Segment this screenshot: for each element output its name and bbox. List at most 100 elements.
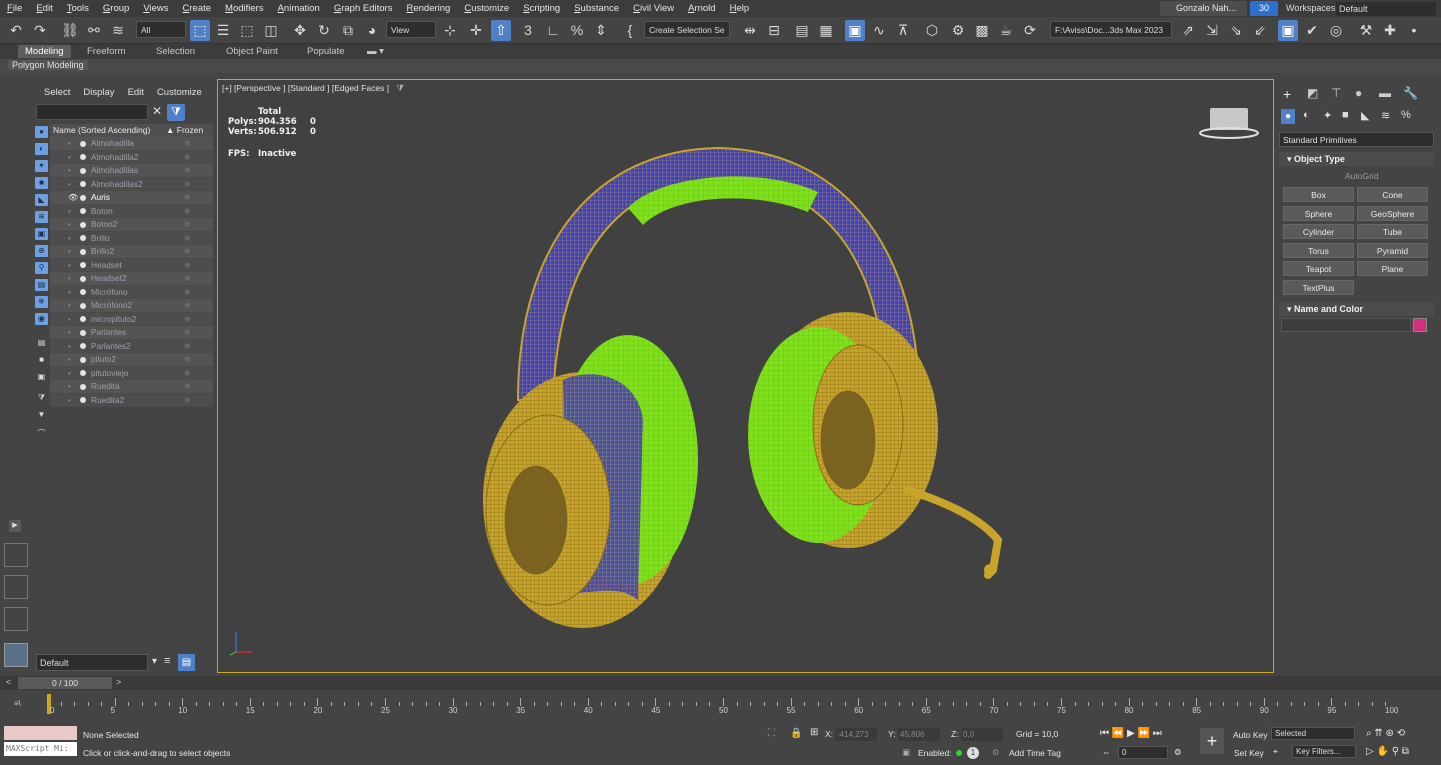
menu-scripting[interactable]: Scripting (516, 3, 567, 14)
create-tab-icon[interactable]: + (1283, 86, 1291, 102)
render-setup-icon[interactable]: ⚙ (948, 20, 968, 41)
visibility-eye-icon[interactable]: • (68, 178, 71, 191)
frozen-snowflake-icon[interactable]: ❄ (184, 286, 191, 299)
selection-lock-icon[interactable]: 🔒 (790, 728, 802, 739)
next-frame-icon[interactable]: > (116, 677, 121, 687)
display-bones-icon[interactable]: ⚲ (35, 262, 48, 274)
layer-dropdown[interactable]: Default (36, 654, 148, 671)
list-item[interactable]: • Almohadillas ❄ (50, 164, 213, 178)
sort-by-layer-icon[interactable]: ▤ (178, 654, 195, 671)
display-geometry-icon[interactable]: ● (35, 126, 48, 138)
layer-stack-icon[interactable]: ≡ (164, 655, 170, 667)
display-containers-icon[interactable]: ▤ (35, 279, 48, 291)
keyboard-shortcut-override-icon[interactable]: ⇧ (491, 20, 511, 41)
visibility-eye-icon[interactable]: • (68, 259, 71, 272)
torus-button[interactable]: Torus (1283, 243, 1354, 258)
y-coordinate-field[interactable]: 45,806 (898, 728, 940, 741)
z-coordinate-field[interactable]: 0,0 (961, 728, 1003, 741)
frozen-snowflake-icon[interactable]: ❄ (184, 218, 191, 231)
visibility-eye-icon[interactable]: • (68, 340, 71, 353)
list-item[interactable]: • Parlantes ❄ (50, 326, 213, 340)
prev-key-icon[interactable]: ⏪ (1112, 728, 1124, 739)
display-helpers-icon[interactable]: ◣ (35, 194, 48, 206)
select-dependents-icon[interactable]: ▼ (35, 409, 48, 421)
visibility-eye-icon[interactable]: • (68, 272, 71, 285)
x-coordinate-field[interactable]: -414,273 (835, 728, 877, 741)
frozen-snowflake-icon[interactable]: ❄ (184, 232, 191, 245)
absolute-mode-icon[interactable]: ⊞ (810, 727, 818, 738)
box-button[interactable]: Box (1283, 187, 1354, 202)
viewport-layout-1-icon[interactable] (4, 543, 28, 567)
selection-filter-dropdown[interactable]: All (136, 21, 186, 38)
select-object-icon[interactable]: ⬚ (190, 20, 210, 41)
list-item[interactable]: • Ruedita2 ❄ (50, 393, 213, 407)
list-item[interactable]: • Ruedita ❄ (50, 380, 213, 394)
frozen-snowflake-icon[interactable]: ❄ (184, 326, 191, 339)
shapes-category-icon[interactable]: ◐ (1303, 109, 1310, 121)
visibility-eye-icon[interactable]: • (68, 205, 71, 218)
menu-file[interactable]: File (0, 3, 29, 14)
frozen-snowflake-icon[interactable]: ❄ (184, 299, 191, 312)
sphere-button[interactable]: Sphere (1283, 206, 1354, 221)
list-item[interactable]: 👁 Auris ❄ (50, 191, 213, 205)
explorer-menu-edit[interactable]: Edit (121, 84, 150, 102)
primitive-type-dropdown[interactable]: Standard Primitives (1279, 132, 1434, 147)
visibility-eye-icon[interactable]: • (68, 313, 71, 326)
tab-populate[interactable]: Populate (300, 45, 352, 58)
geosphere-button[interactable]: GeoSphere (1357, 206, 1428, 221)
frozen-snowflake-icon[interactable]: ❄ (184, 394, 191, 407)
list-item[interactable]: • Brillo2 ❄ (50, 245, 213, 259)
frozen-snowflake-icon[interactable]: ❄ (184, 259, 191, 272)
object-type-rollout[interactable]: ▾ Object Type (1279, 152, 1434, 166)
display-hidden-icon[interactable]: ◉ (35, 313, 48, 325)
menu-modifiers[interactable]: Modifiers (218, 3, 271, 14)
frozen-snowflake-icon[interactable]: ❄ (184, 164, 191, 177)
project-folder-icon[interactable]: ⇗ (1178, 20, 1198, 41)
key-set-dropdown[interactable]: Selected (1271, 727, 1355, 740)
spinner-snap-icon[interactable]: ⇕ (591, 20, 611, 41)
spacewarps-category-icon[interactable]: ≋ (1381, 109, 1390, 122)
list-item[interactable]: • Boton2 ❄ (50, 218, 213, 232)
visibility-eye-icon[interactable]: • (68, 137, 71, 150)
visibility-eye-icon[interactable]: • (68, 218, 71, 231)
menu-views[interactable]: Views (136, 3, 175, 14)
track-bar[interactable]: ≡\ 0 5 10 15 20 25 30 35 40 45 50 55 60 65 70 75 80 85 90 9… (0, 691, 1441, 718)
menu-civil-view[interactable]: Civil View (626, 3, 681, 14)
workspace-select[interactable]: Default (1336, 2, 1436, 16)
menu-rendering[interactable]: Rendering (399, 3, 457, 14)
rect-selection-icon[interactable]: ⬚ (237, 20, 257, 41)
named-selection-sets-dropdown[interactable]: Create Selection Se (644, 21, 730, 38)
viewcube-icon[interactable] (1210, 108, 1248, 130)
name-color-rollout[interactable]: ▾ Name and Color (1279, 302, 1434, 316)
viewport-layout-3-icon[interactable] (4, 607, 28, 631)
display-frozen-icon[interactable]: ❄ (35, 296, 48, 308)
hierarchy-tab-icon[interactable]: ⊤ (1331, 86, 1341, 100)
select-by-name-icon[interactable]: ☰ (213, 20, 233, 41)
time-tag-icon[interactable]: ⊙ (992, 747, 999, 758)
viewport-layout-2-icon[interactable] (4, 575, 28, 599)
angle-snap-icon[interactable]: ∟ (543, 20, 563, 41)
maxscript-mini-listener[interactable]: MAXScript Mi: (4, 742, 77, 756)
play-icon[interactable]: ▶ (1127, 728, 1135, 739)
frozen-snowflake-icon[interactable]: ❄ (184, 205, 191, 218)
systems-category-icon[interactable]: % (1401, 109, 1411, 121)
tube-button[interactable]: Tube (1357, 224, 1428, 239)
cameras-category-icon[interactable]: ■ (1342, 109, 1349, 121)
frozen-snowflake-icon[interactable]: ❄ (184, 340, 191, 353)
auto-key-button[interactable]: Auto Key (1233, 730, 1268, 740)
place-icon[interactable]: ◕ (362, 20, 382, 41)
visibility-eye-icon[interactable]: • (68, 151, 71, 164)
align-icon[interactable]: ⊟ (764, 20, 784, 41)
frozen-snowflake-icon[interactable]: ❄ (184, 380, 191, 393)
frozen-snowflake-icon[interactable]: ❄ (184, 137, 191, 150)
explorer-search-input[interactable] (36, 104, 148, 120)
rotate-icon[interactable]: ↻ (314, 20, 334, 41)
frozen-snowflake-icon[interactable]: ❄ (184, 151, 191, 164)
adaptive-degradation-icon[interactable]: ▣ (902, 747, 910, 758)
find-icon[interactable]: ⌒ (35, 428, 48, 440)
display-all-icon[interactable]: ▤ (35, 337, 48, 349)
menu-graph-editors[interactable]: Graph Editors (327, 3, 400, 14)
undo-icon[interactable]: ↶ (6, 20, 26, 41)
explorer-menu-display[interactable]: Display (76, 84, 120, 102)
schematic-view-icon[interactable]: ⊼ (893, 20, 913, 41)
